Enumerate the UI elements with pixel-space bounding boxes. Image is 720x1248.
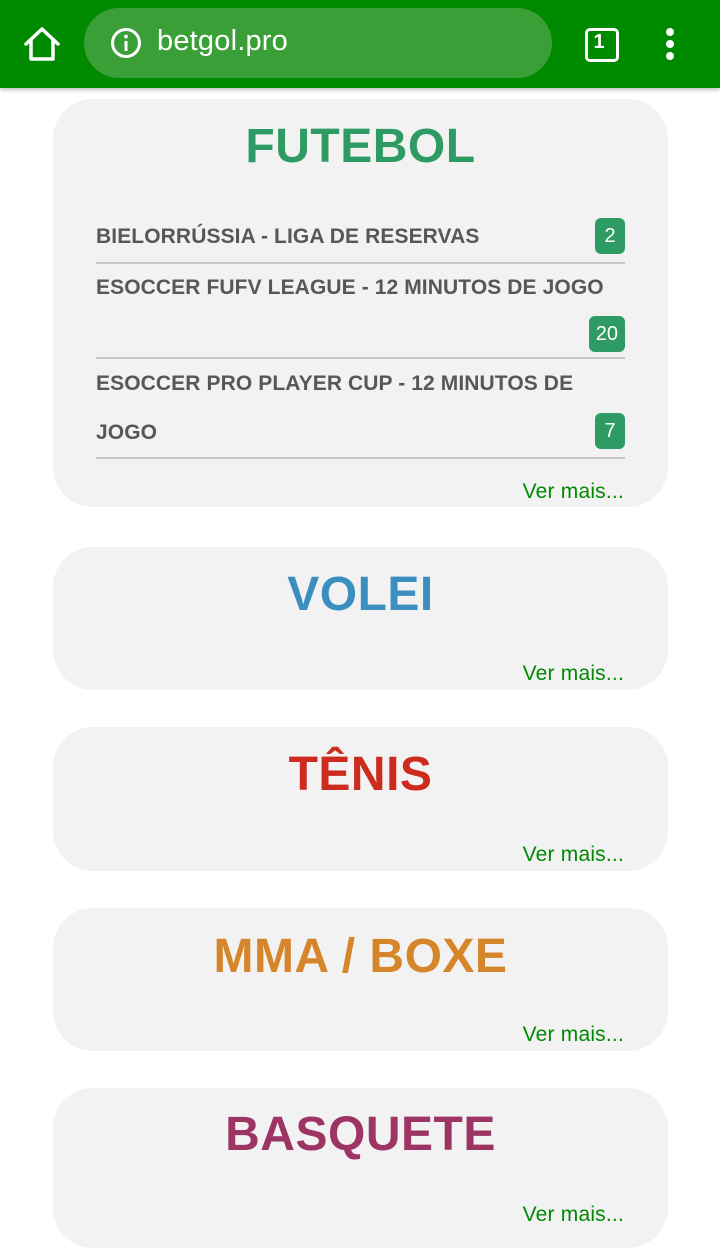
sport-title[interactable]: BASQUETE bbox=[53, 1107, 668, 1162]
info-icon[interactable] bbox=[110, 27, 142, 59]
see-more-link[interactable]: Ver mais... bbox=[523, 1203, 624, 1227]
league-name: ESOCCER FUFV LEAGUE - 12 MINUTOS DE JOGO bbox=[96, 276, 604, 299]
league-row[interactable]: ESOCCER PRO PLAYER CUP - 12 MINUTOS DE J… bbox=[96, 358, 625, 459]
tab-switcher-button[interactable]: 1 bbox=[583, 26, 619, 62]
address-bar[interactable]: betgol.pro bbox=[84, 8, 552, 78]
sport-card-futebol: FUTEBOL BIELORRÚSSIA - LIGA DE RESERVAS … bbox=[53, 99, 668, 507]
sport-title[interactable]: FUTEBOL bbox=[53, 119, 668, 174]
league-name: JOGO bbox=[96, 421, 158, 444]
sport-title[interactable]: MMA / BOXE bbox=[53, 929, 668, 984]
url-text: betgol.pro bbox=[157, 25, 288, 57]
see-more-link[interactable]: Ver mais... bbox=[523, 843, 624, 867]
browser-toolbar: betgol.pro 1 bbox=[0, 0, 720, 88]
sport-title[interactable]: VOLEI bbox=[53, 567, 668, 622]
league-row[interactable]: ESOCCER FUFV LEAGUE - 12 MINUTOS DE JOGO… bbox=[96, 263, 625, 359]
more-options-icon[interactable] bbox=[656, 24, 684, 64]
see-more-link[interactable]: Ver mais... bbox=[523, 662, 624, 686]
see-more-link[interactable]: Ver mais... bbox=[523, 480, 624, 504]
league-name: BIELORRÚSSIA - LIGA DE RESERVAS bbox=[96, 225, 480, 248]
sport-title[interactable]: TÊNIS bbox=[53, 747, 668, 802]
league-row[interactable]: BIELORRÚSSIA - LIGA DE RESERVAS 2 bbox=[96, 212, 625, 264]
home-icon[interactable] bbox=[20, 22, 64, 66]
event-count-badge: 2 bbox=[595, 218, 625, 254]
league-name: ESOCCER PRO PLAYER CUP - 12 MINUTOS DE bbox=[96, 372, 574, 395]
sport-card-volei: VOLEI Ver mais... bbox=[53, 547, 668, 690]
sport-card-tenis: TÊNIS Ver mais... bbox=[53, 727, 668, 871]
sport-card-mma-boxe: MMA / BOXE Ver mais... bbox=[53, 908, 668, 1051]
event-count-badge: 7 bbox=[595, 413, 625, 449]
tab-count: 1 bbox=[593, 31, 605, 53]
event-count-badge: 20 bbox=[588, 316, 625, 352]
sport-card-basquete: BASQUETE Ver mais... bbox=[53, 1088, 668, 1248]
see-more-link[interactable]: Ver mais... bbox=[523, 1023, 624, 1047]
